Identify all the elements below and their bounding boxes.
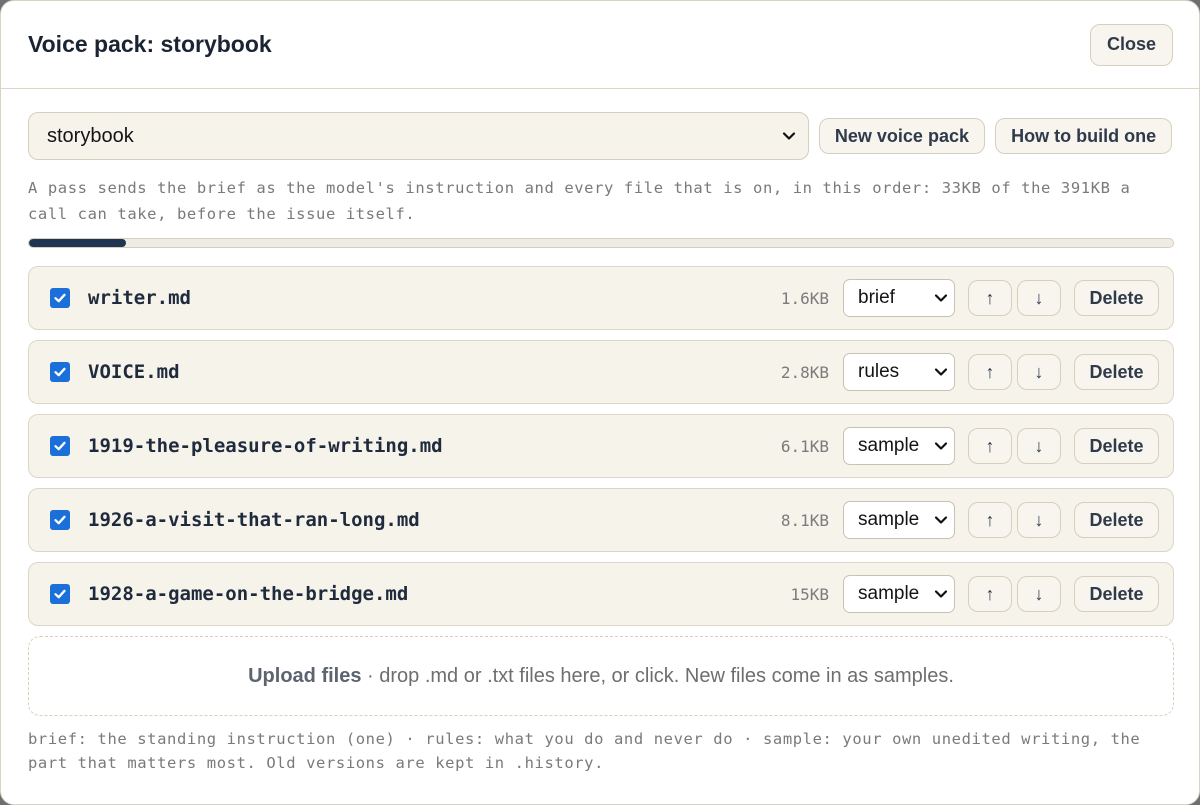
delete-file-button[interactable]: Delete — [1074, 428, 1159, 464]
usage-progress-bar — [28, 238, 1174, 248]
dialog-header: Voice pack: storybook Close — [1, 1, 1199, 89]
file-role-value: sample — [858, 435, 920, 456]
file-role-value: brief — [858, 287, 895, 308]
chevron-down-icon — [934, 590, 948, 598]
file-row: 1926-a-visit-that-ran-long.md 8.1KB samp… — [28, 488, 1174, 552]
file-enabled-checkbox[interactable] — [50, 510, 70, 530]
move-down-button[interactable]: ↓ — [1017, 280, 1061, 316]
file-role-value: sample — [858, 509, 920, 530]
file-role-select[interactable]: brief — [843, 279, 955, 317]
voice-pack-dialog: Voice pack: storybook Close storybook Ne… — [0, 0, 1200, 805]
pack-toolbar: storybook New voice pack How to build on… — [28, 112, 1172, 160]
move-up-button[interactable]: ↑ — [968, 428, 1012, 464]
how-to-build-button[interactable]: How to build one — [995, 118, 1172, 154]
pack-description: A pass sends the brief as the model's in… — [28, 179, 1131, 223]
file-role-value: rules — [858, 361, 900, 382]
dialog-title: Voice pack: storybook — [28, 31, 272, 57]
move-down-button[interactable]: ↓ — [1017, 354, 1061, 390]
chevron-down-icon — [934, 294, 948, 302]
voice-pack-select-value: storybook — [47, 124, 134, 147]
delete-file-button[interactable]: Delete — [1074, 354, 1159, 390]
file-size: 15KB — [790, 584, 829, 604]
move-down-button[interactable]: ↓ — [1017, 502, 1061, 538]
file-role-value: sample — [858, 583, 920, 604]
file-name: 1919-the-pleasure-of-writing.md — [88, 435, 443, 457]
file-row: 1919-the-pleasure-of-writing.md 6.1KB sa… — [28, 414, 1174, 478]
file-role-select[interactable]: rules — [843, 353, 955, 391]
delete-file-button[interactable]: Delete — [1074, 280, 1159, 316]
file-row: writer.md 1.6KB brief ↑ ↓ Delete — [28, 266, 1174, 330]
role-legend: brief: the standing instruction (one) · … — [28, 730, 1141, 772]
file-row: VOICE.md 2.8KB rules ↑ ↓ Delete — [28, 340, 1174, 404]
file-role-select[interactable]: sample — [843, 575, 955, 613]
chevron-down-icon — [934, 368, 948, 376]
upload-dropzone[interactable]: Upload files · drop .md or .txt files he… — [28, 636, 1174, 716]
upload-hint: · drop .md or .txt files here, or click.… — [361, 664, 954, 687]
file-role-select[interactable]: sample — [843, 427, 955, 465]
checkmark-icon — [54, 589, 66, 599]
move-down-button[interactable]: ↓ — [1017, 576, 1061, 612]
file-enabled-checkbox[interactable] — [50, 288, 70, 308]
delete-file-button[interactable]: Delete — [1074, 502, 1159, 538]
file-name: writer.md — [88, 287, 191, 309]
file-size: 2.8KB — [780, 362, 829, 382]
file-enabled-checkbox[interactable] — [50, 436, 70, 456]
checkmark-icon — [54, 441, 66, 451]
new-voice-pack-button[interactable]: New voice pack — [818, 118, 986, 154]
voice-pack-select[interactable]: storybook — [28, 112, 809, 160]
file-enabled-checkbox[interactable] — [50, 584, 70, 604]
move-down-button[interactable]: ↓ — [1017, 428, 1061, 464]
move-up-button[interactable]: ↑ — [968, 354, 1012, 390]
file-name: 1928-a-game-on-the-bridge.md — [88, 583, 409, 605]
checkmark-icon — [54, 367, 66, 377]
chevron-down-icon — [934, 442, 948, 450]
file-name: VOICE.md — [88, 361, 180, 383]
checkmark-icon — [54, 293, 66, 303]
file-list: writer.md 1.6KB brief ↑ ↓ Delete VOICE.m… — [28, 266, 1174, 626]
move-up-button[interactable]: ↑ — [968, 502, 1012, 538]
file-role-select[interactable]: sample — [843, 501, 955, 539]
move-up-button[interactable]: ↑ — [968, 576, 1012, 612]
move-up-button[interactable]: ↑ — [968, 280, 1012, 316]
upload-label: Upload files — [248, 664, 362, 687]
delete-file-button[interactable]: Delete — [1074, 576, 1159, 612]
file-enabled-checkbox[interactable] — [50, 362, 70, 382]
file-size: 1.6KB — [780, 288, 829, 308]
usage-progress-fill — [29, 239, 126, 247]
file-name: 1926-a-visit-that-ran-long.md — [88, 509, 420, 531]
dialog-content: storybook New voice pack How to build on… — [1, 89, 1199, 775]
chevron-down-icon — [782, 132, 795, 140]
close-button[interactable]: Close — [1090, 23, 1173, 66]
file-row: 1928-a-game-on-the-bridge.md 15KB sample… — [28, 562, 1174, 626]
file-size: 8.1KB — [780, 510, 829, 530]
file-size: 6.1KB — [780, 436, 829, 456]
chevron-down-icon — [934, 516, 948, 524]
checkmark-icon — [54, 515, 66, 525]
